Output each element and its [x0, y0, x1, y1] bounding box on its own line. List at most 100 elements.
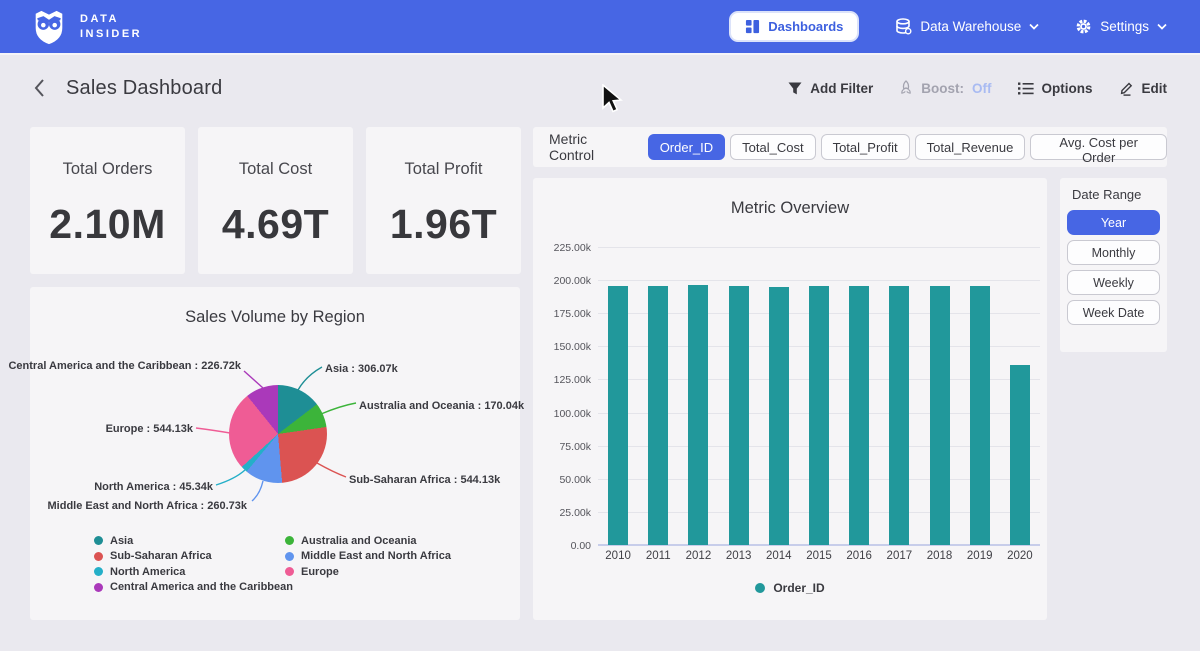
add-filter-button[interactable]: Add Filter [788, 81, 873, 96]
header-actions: Add Filter Boost:Off Options [788, 80, 1167, 96]
metric-option-order-id[interactable]: Order_ID [648, 134, 725, 160]
metric-option-avg-cost-per-order[interactable]: Avg. Cost per Order [1030, 134, 1167, 160]
gridline [598, 280, 1040, 281]
dashboard-grid-icon [745, 19, 760, 34]
bar-2011[interactable] [648, 286, 668, 545]
gridline [598, 247, 1040, 248]
kpi-card-total-cost: Total Cost4.69T [198, 127, 353, 274]
legend-label: Middle East and North Africa [301, 550, 451, 562]
nav-data-warehouse[interactable]: Data Warehouse [895, 18, 1039, 35]
date-range-option-week-date[interactable]: Week Date [1067, 300, 1160, 325]
bar-chart-plot-area [598, 247, 1040, 545]
pie-label-australia-and-oceania: Australia and Oceania : 170.04k [359, 400, 524, 412]
legend-item-asia: Asia [94, 533, 293, 549]
pie-label-europe: Europe : 544.13k [106, 423, 193, 435]
metric-option-total-cost[interactable]: Total_Cost [730, 134, 815, 160]
legend-label: Europe [301, 566, 339, 578]
leader-line [321, 403, 356, 414]
metric-control-buttons: Order_IDTotal_CostTotal_ProfitTotal_Reve… [648, 134, 1167, 160]
bar-2012[interactable] [688, 285, 708, 545]
back-button[interactable] [26, 75, 52, 101]
legend-dot [94, 552, 103, 561]
date-range-option-weekly[interactable]: Weekly [1067, 270, 1160, 295]
gear-icon [1075, 18, 1092, 35]
chevron-down-icon [1029, 23, 1039, 30]
metric-overview-chart-card: Metric Overview 225.00k200.00k175.00k150… [533, 178, 1047, 620]
pie-legend-column: Australia and Oceania Middle East and Nor… [285, 533, 451, 580]
legend-dot [755, 583, 765, 593]
bar-2016[interactable] [849, 286, 869, 545]
y-tick-label: 150.00k [539, 341, 591, 353]
date-range-label: Date Range [1072, 187, 1160, 202]
y-tick-label: 50.00k [539, 474, 591, 486]
leader-line [252, 481, 263, 501]
pie-label-central-america-and-the-caribbean: Central America and the Caribbean : 226.… [8, 360, 241, 372]
metric-option-total-revenue[interactable]: Total_Revenue [915, 134, 1026, 160]
kpi-card-total-profit: Total Profit1.96T [366, 127, 521, 274]
pie-legend-column: AsiaSub-Saharan AfricaNorth AmericaCentr… [94, 533, 293, 595]
bar-2010[interactable] [608, 286, 628, 545]
kpi-value: 2.10M [49, 201, 165, 248]
nav-settings-label: Settings [1100, 19, 1149, 34]
kpi-value: 4.69T [222, 201, 329, 248]
pencil-edit-icon [1119, 81, 1134, 96]
sales-by-region-card: Sales Volume by Region Asia : 306.07kAus… [30, 287, 520, 620]
options-button[interactable]: Options [1018, 81, 1093, 96]
nav-settings[interactable]: Settings [1075, 18, 1167, 35]
metric-option-total-profit[interactable]: Total_Profit [821, 134, 910, 160]
date-range-option-year[interactable]: Year [1067, 210, 1160, 235]
leader-line [317, 463, 346, 477]
legend-item-europe: Europe [285, 564, 451, 580]
bar-2018[interactable] [930, 286, 950, 545]
page-header: Sales Dashboard Add Filter Boost:Off [0, 57, 1200, 119]
pie-label-north-america: North America : 45.34k [94, 481, 213, 493]
y-tick-label: 200.00k [539, 275, 591, 287]
pie-chart[interactable] [229, 385, 327, 483]
metric-control-strip: Metric Control Order_IDTotal_CostTotal_P… [533, 127, 1167, 167]
rocket-icon [899, 80, 913, 96]
x-tick-label: 2012 [678, 550, 718, 562]
bar-2019[interactable] [970, 286, 990, 545]
leader-line [298, 367, 322, 390]
nav-data-warehouse-label: Data Warehouse [920, 19, 1021, 34]
kpi-label: Total Profit [405, 160, 483, 179]
kpi-label: Total Orders [63, 160, 153, 179]
legend-dot [285, 552, 294, 561]
legend-dot [94, 536, 103, 545]
kpi-card-total-orders: Total Orders 2.10M [30, 127, 185, 274]
date-range-buttons: Year Monthly Weekly Week Date [1067, 210, 1160, 325]
legend-item-middle-east-and-north-africa: Middle East and North Africa [285, 549, 451, 565]
pie-label-middle-east-and-north-africa: Middle East and North Africa : 260.73k [48, 500, 247, 512]
bar-chart-legend: Order_ID [533, 581, 1047, 595]
top-navbar: DATA INSIDER Dashboards D [0, 0, 1200, 55]
bar-2015[interactable] [809, 286, 829, 545]
date-range-panel: Date Range Year Monthly Weekly Week Date [1060, 178, 1167, 352]
brand-logo[interactable]: DATA INSIDER [30, 8, 142, 46]
bar-2013[interactable] [729, 286, 749, 545]
boost-toggle[interactable]: Boost:Off [899, 80, 991, 96]
app-root: DATA INSIDER Dashboards D [0, 0, 1200, 651]
y-tick-label: 25.00k [539, 507, 591, 519]
y-tick-label: 0.00 [539, 540, 591, 552]
legend-label: Australia and Oceania [301, 535, 417, 547]
brand-text: DATA INSIDER [80, 12, 142, 42]
bar-2020[interactable] [1010, 365, 1030, 545]
nav-menu: Dashboards Data Warehouse [729, 11, 1167, 42]
bar-2014[interactable] [769, 287, 789, 545]
x-tick-label: 2019 [960, 550, 1000, 562]
database-icon [895, 18, 912, 35]
bar-2017[interactable] [889, 286, 909, 545]
legend-item-north-america: North America [94, 564, 293, 580]
leader-line [244, 371, 263, 388]
legend-dot [94, 567, 103, 576]
legend-label: Asia [110, 535, 133, 547]
pie-label-sub-saharan-africa: Sub-Saharan Africa : 544.13k [349, 474, 500, 486]
y-tick-label: 125.00k [539, 374, 591, 386]
edit-button[interactable]: Edit [1119, 81, 1168, 96]
nav-dashboards-label: Dashboards [768, 19, 843, 34]
y-tick-label: 225.00k [539, 242, 591, 254]
date-range-option-monthly[interactable]: Monthly [1067, 240, 1160, 265]
pie-label-asia: Asia : 306.07k [325, 363, 398, 375]
nav-dashboards-button[interactable]: Dashboards [729, 11, 859, 42]
list-options-icon [1018, 82, 1034, 95]
